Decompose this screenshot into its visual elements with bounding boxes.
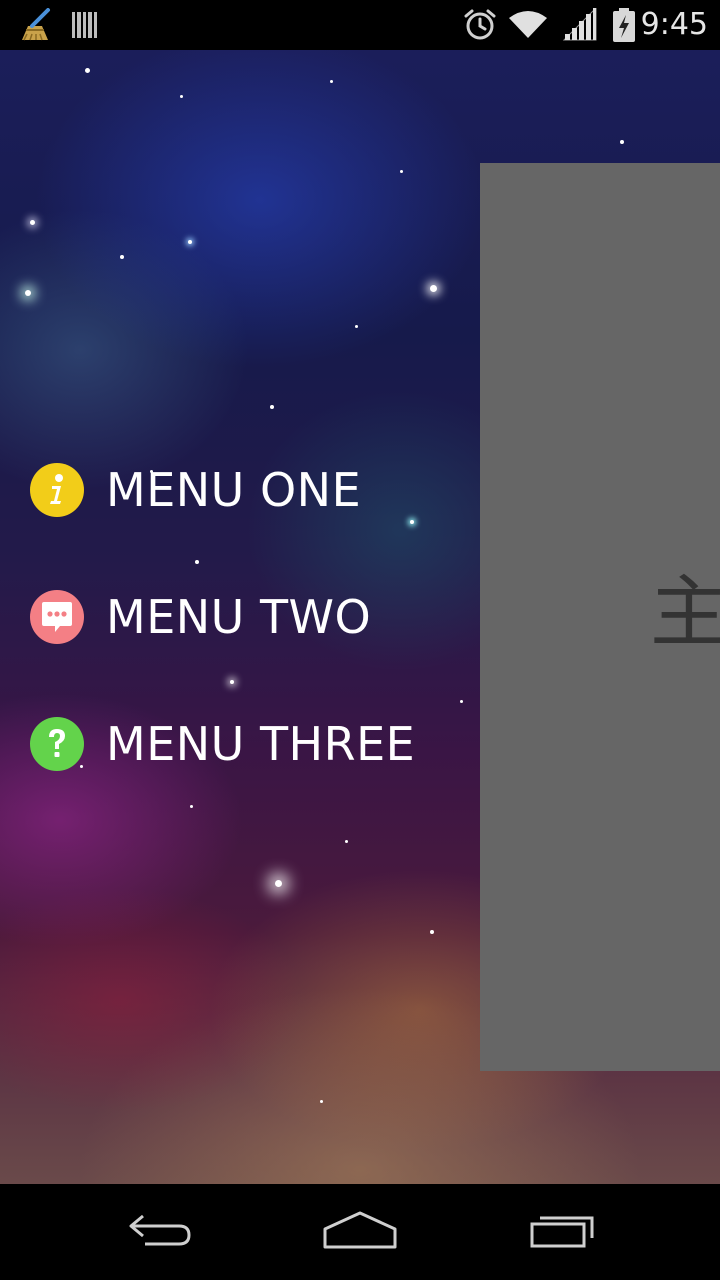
home-button[interactable] xyxy=(310,1202,410,1262)
menu-item-one[interactable]: MENU ONE xyxy=(30,460,450,520)
recent-apps-button[interactable] xyxy=(512,1202,612,1262)
menu-item-label: MENU THREE xyxy=(106,717,416,771)
menu-item-label: MENU ONE xyxy=(106,463,362,517)
recent-apps-icon xyxy=(526,1210,598,1254)
back-icon xyxy=(125,1210,195,1254)
main-content-text: 主 xyxy=(650,568,720,658)
alarm-clock-icon xyxy=(463,8,497,42)
menu-item-three[interactable]: MENU THREE xyxy=(30,714,450,774)
status-clock: 9:45 xyxy=(640,7,708,42)
screen: 9:45 主 MENU ONE MENU TWO MENU THREE xyxy=(0,0,720,1280)
main-content-panel[interactable]: 主 xyxy=(480,163,720,1071)
navigation-bar xyxy=(0,1184,720,1280)
broom-cleaner-icon xyxy=(18,8,54,42)
wifi-icon xyxy=(507,8,549,42)
signal-icon xyxy=(562,6,598,42)
battery-charging-icon xyxy=(612,8,636,42)
menu-item-label: MENU TWO xyxy=(106,590,372,644)
chat-bubble-icon xyxy=(30,590,84,644)
info-icon xyxy=(30,463,84,517)
barcode-icon xyxy=(72,8,98,42)
back-button[interactable] xyxy=(110,1202,210,1262)
home-icon xyxy=(322,1209,398,1255)
status-bar: 9:45 xyxy=(0,0,720,50)
help-icon xyxy=(30,717,84,771)
menu-item-two[interactable]: MENU TWO xyxy=(30,587,450,647)
